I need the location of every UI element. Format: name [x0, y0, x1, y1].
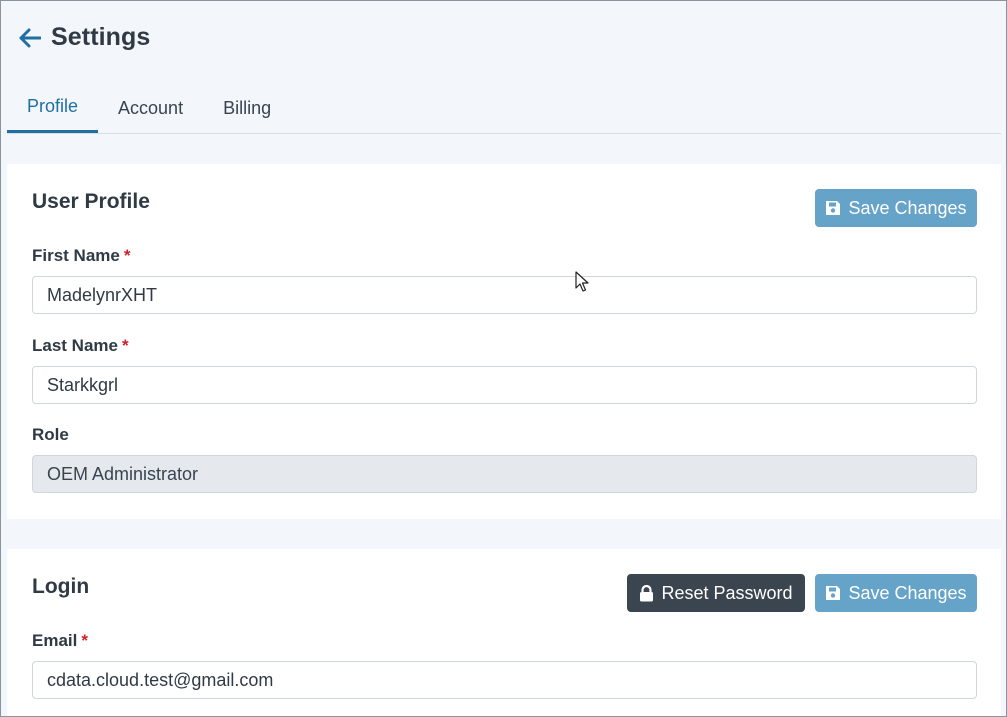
mouse-pointer-icon — [575, 271, 589, 298]
floppy-disk-icon — [825, 585, 841, 601]
reset-password-button[interactable]: Reset Password — [627, 574, 805, 612]
page-title: Settings — [51, 23, 151, 51]
login-save-button[interactable]: Save Changes — [815, 574, 977, 612]
user-profile-card: User Profile Save Changes First Name * Ma… — [7, 164, 1001, 519]
role-field: OEM Administrator — [32, 455, 977, 493]
user-profile-title: User Profile — [32, 190, 150, 213]
required-indicator: * — [121, 336, 129, 355]
login-title: Login — [32, 575, 90, 598]
settings-tabs: Profile Account Billing — [7, 83, 1001, 134]
email-label: Email * — [32, 631, 88, 650]
email-input[interactable]: cdata.cloud.test@gmail.com — [32, 661, 977, 699]
profile-save-button[interactable]: Save Changes — [815, 189, 977, 227]
tab-profile[interactable]: Profile — [7, 83, 99, 133]
required-indicator: * — [123, 246, 131, 265]
first-name-label: First Name * — [32, 246, 131, 265]
role-label: Role — [32, 425, 69, 444]
last-name-label: Last Name * — [32, 336, 129, 355]
arrow-left-icon[interactable] — [19, 26, 43, 50]
profile-save-label: Save Changes — [848, 197, 967, 218]
first-name-input[interactable]: MadelynrXHT — [32, 276, 977, 314]
last-name-input[interactable]: Starkkgrl — [32, 366, 977, 404]
required-indicator: * — [81, 631, 88, 650]
reset-password-label: Reset Password — [661, 582, 793, 603]
page-header: Settings — [19, 23, 150, 52]
login-save-label: Save Changes — [848, 582, 967, 603]
login-card: Login Reset Password Save Changes Email … — [7, 549, 1001, 716]
tab-billing[interactable]: Billing — [203, 83, 291, 133]
lock-icon — [639, 584, 654, 602]
floppy-disk-icon — [825, 200, 841, 216]
settings-window: Settings Profile Account Billing User Pr… — [0, 0, 1007, 717]
tab-account[interactable]: Account — [98, 83, 203, 133]
